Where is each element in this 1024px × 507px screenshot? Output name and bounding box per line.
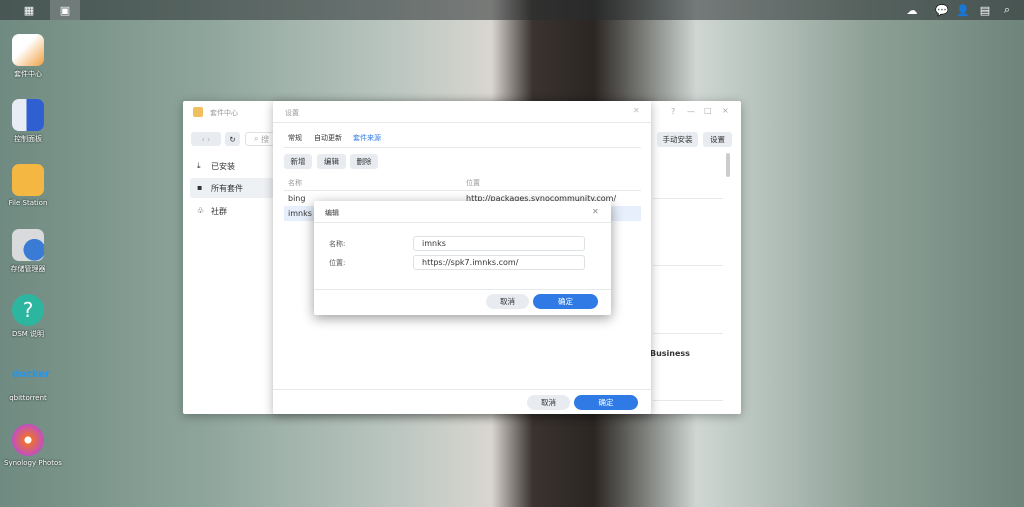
desktop-icon-label: Synology Photos (4, 459, 62, 467)
package-center-icon (193, 107, 203, 117)
tab-package-sources[interactable]: 套件来源 (353, 133, 381, 143)
desktop-icon-synology-photos[interactable]: Synology Photos (4, 424, 62, 467)
desktop-icon-label: DSM 说明 (11, 330, 45, 338)
divider (653, 198, 723, 199)
main-menu-icon[interactable]: ▦ (14, 0, 44, 20)
sidebar-item-community[interactable]: ♧ 社群 (190, 202, 275, 220)
cancel-button[interactable]: 取消 (486, 294, 529, 309)
taskbar: ▦ ▣ ☁ 💬 👤 ▤ ⌕ (0, 0, 1024, 20)
maximize-button[interactable]: □ (704, 106, 712, 115)
edit-button[interactable]: 编辑 (317, 154, 346, 169)
tab-auto-update[interactable]: 自动更新 (314, 133, 342, 143)
package-name-partial: Business (650, 349, 690, 358)
delete-button[interactable]: 删除 (350, 154, 378, 169)
close-button[interactable]: × (722, 106, 729, 115)
minimize-button[interactable]: — (687, 107, 695, 116)
desktop-icon-label: File Station (8, 199, 48, 207)
add-button[interactable]: 新增 (284, 154, 312, 169)
desktop-icon-storage-manager[interactable]: 存储管理器 (4, 229, 52, 274)
package-center-icon (12, 34, 44, 66)
divider (653, 400, 723, 401)
desktop-icon-qbittorrent[interactable]: docker qbittorrent (4, 359, 52, 402)
grid-icon: ▪ (197, 183, 203, 192)
community-icon: ♧ (197, 206, 205, 215)
sidebar-item-all-packages[interactable]: ▪ 所有套件 (190, 178, 275, 198)
photos-icon (12, 424, 44, 456)
help-button[interactable]: ? (671, 107, 675, 116)
desktop-icon-package-center[interactable]: 套件中心 (4, 34, 52, 79)
desktop-icon-label: 存储管理器 (10, 265, 46, 273)
divider (314, 289, 611, 290)
sidebar-item-label: 社群 (211, 207, 227, 216)
divider (653, 333, 723, 334)
storage-manager-icon (12, 229, 44, 261)
cell-name: bing (288, 194, 306, 203)
package-center-icon[interactable]: ▣ (50, 0, 80, 20)
refresh-button[interactable]: ↻ (225, 132, 240, 146)
search-placeholder: 搜 (261, 134, 270, 144)
sidebar-item-label: 已安装 (211, 162, 235, 171)
help-icon: ? (12, 294, 44, 326)
dialog-title: 编辑 (325, 209, 339, 217)
back-forward-buttons[interactable]: ‹ › (191, 132, 221, 146)
desktop-icon-label: 控制面板 (14, 135, 42, 143)
window-title: 套件中心 (210, 109, 238, 117)
divider (273, 389, 651, 390)
desktop-icon-file-station[interactable]: File Station (4, 164, 52, 207)
search-icon[interactable]: ⌕ (992, 0, 1022, 20)
edit-dialog: 编辑 ✕ 名称: imnks 位置: https://spk7.imnks.co… (314, 201, 611, 315)
manual-install-button[interactable]: 手动安装 (657, 132, 698, 147)
divider (653, 265, 723, 266)
dialog-title: 设置 (285, 109, 299, 117)
name-label: 名称: (329, 240, 346, 248)
close-icon[interactable]: ✕ (592, 207, 599, 216)
cell-name: imnks (288, 209, 312, 218)
folder-icon (12, 164, 44, 196)
ok-button[interactable]: 确定 (533, 294, 598, 309)
sidebar-item-label: 所有套件 (211, 184, 243, 193)
settings-button[interactable]: 设置 (703, 132, 732, 147)
column-header-name[interactable]: 名称 (288, 178, 302, 188)
cancel-button[interactable]: 取消 (527, 395, 570, 410)
divider (314, 222, 611, 223)
search-input[interactable]: ⌕ 搜 (245, 132, 275, 146)
tab-general[interactable]: 常规 (288, 133, 302, 143)
download-icon: ⤓ (197, 161, 201, 170)
divider (273, 122, 651, 123)
docker-icon: docker (12, 369, 51, 380)
scrollbar[interactable] (726, 153, 730, 177)
control-panel-icon (12, 99, 44, 131)
desktop-icon-control-panel[interactable]: 控制面板 (4, 99, 52, 144)
sidebar-item-installed[interactable]: ⤓ 已安装 (190, 157, 275, 175)
tab-divider (284, 147, 641, 148)
ok-button[interactable]: 确定 (574, 395, 638, 410)
column-header-location[interactable]: 位置 (466, 178, 480, 188)
desktop-icon-label: 套件中心 (14, 70, 42, 78)
cloud-sync-icon[interactable]: ☁ (897, 0, 927, 20)
desktop-icon-dsm-help[interactable]: ? DSM 说明 (4, 294, 52, 339)
close-icon[interactable]: ✕ (633, 106, 640, 115)
location-label: 位置: (329, 259, 346, 267)
name-input[interactable]: imnks (413, 236, 585, 251)
location-input[interactable]: https://spk7.imnks.com/ (413, 255, 585, 270)
desktop-icon-label: qbittorrent (9, 394, 47, 402)
search-icon: ⌕ (254, 134, 259, 143)
